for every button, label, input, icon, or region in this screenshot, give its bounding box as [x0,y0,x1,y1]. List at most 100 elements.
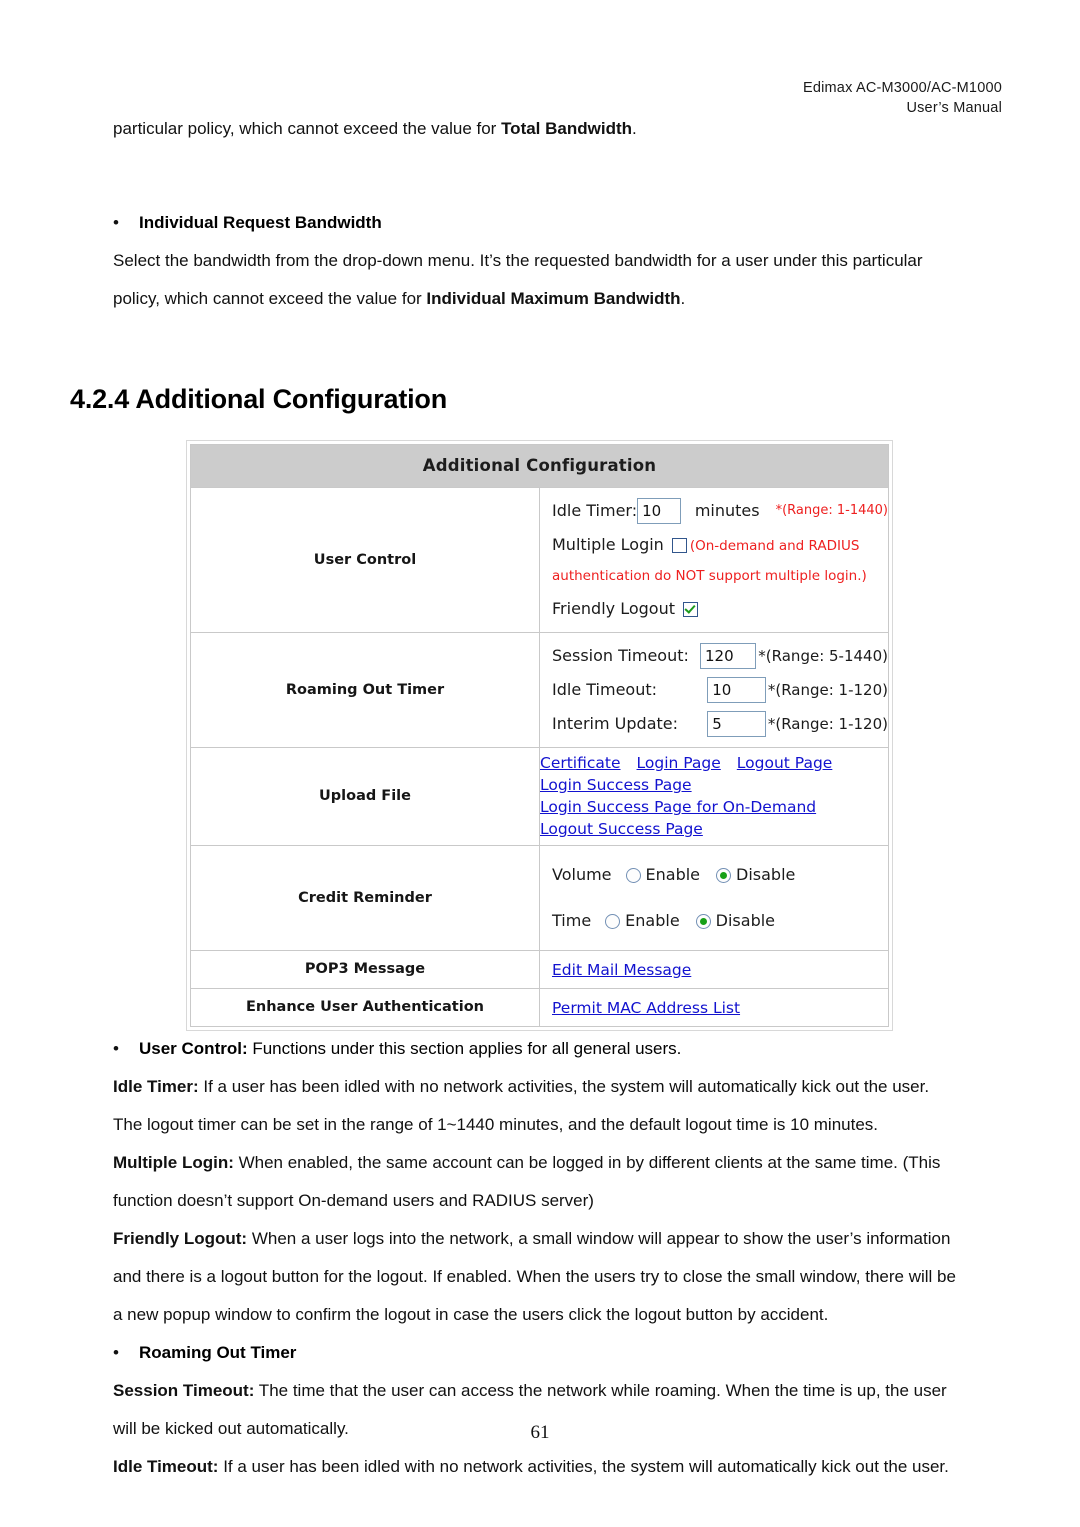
credit-reminder-volume-group: Volume Enable Disable [552,860,888,890]
paragraph-idle-timer: Idle Timer: If a user has been idled wit… [113,1068,1006,1106]
additional-configuration-panel: Additional Configuration User Control Id… [186,440,893,1031]
friendly-logout-checkbox[interactable] [682,601,698,617]
time-group-label: Time [552,911,592,930]
paragraph-session-timeout: Session Timeout: The time that the user … [113,1372,1006,1410]
table-row-pop3-message: POP3 Message Edit Mail Message [190,950,889,989]
row-content-pop3-message: Edit Mail Message [539,950,889,989]
link-certificate[interactable]: Certificate [540,753,621,774]
link-logout-page[interactable]: Logout Page [737,753,833,774]
multiple-login-desc: When enabled, the same account can be lo… [233,1153,941,1172]
friendly-logout-label: Friendly Logout [552,599,675,618]
session-timeout-term: Session Timeout: [113,1381,255,1400]
row-content-user-control: Idle Timer: 10 minutes *(Range: 1-1440) … [539,487,889,633]
table-title-row: Additional Configuration [190,444,889,488]
interim-update-line: Interim Update: 5 *(Range: 1-120) [552,709,888,739]
paragraph-total-bandwidth: particular policy, which cannot exceed t… [113,110,1003,148]
header-product-line: Edimax AC-M3000/AC-M1000 [802,80,1002,96]
time-disable-radio[interactable] [695,913,711,929]
multiple-login-term: Multiple Login: [113,1153,234,1172]
session-timeout-line: Session Timeout: 120 *(Range: 5-1440) [552,641,888,671]
interim-update-input[interactable]: 5 [707,711,766,737]
idle-timer-label: Idle Timer: [552,501,638,520]
idle-timeout-term: Idle Timeout: [113,1457,219,1476]
bullet-individual-request-bandwidth: • Individual Request Bandwidth [113,204,1003,242]
row-label-enhance-user-authentication: Enhance User Authentication [190,988,540,1027]
link-permit-mac-address-list[interactable]: Permit MAC Address List [552,999,740,1017]
user-control-term: User Control: [139,1039,248,1058]
idle-timeout-label: Idle Timeout: [552,680,657,699]
bullet-roaming-out-timer: • Roaming Out Timer [113,1334,1006,1372]
table-row-upload-file: Upload File Certificate Login Page Logout … [190,747,889,846]
volume-disable-radio[interactable] [716,867,732,883]
credit-reminder-time-group: Time Enable Disable [552,906,888,936]
link-login-success-page-on-demand[interactable]: Login Success Page for On-Demand [540,797,816,818]
para3-pre: policy, which cannot exceed the value fo… [113,289,427,308]
upload-links-line-1: Certificate Login Page Logout Page Login Su… [540,752,888,796]
paragraph-friendly-logout-cont-1: and there is a logout button for the log… [113,1267,956,1286]
user-control-desc: Functions under this section applies for… [247,1039,682,1058]
para1-pre: particular policy, which cannot exceed t… [113,119,502,138]
config-table: Additional Configuration User Control Id… [190,444,889,1027]
link-login-success-page[interactable]: Login Success Page [540,775,692,796]
idle-timer-desc: If a user has been idled with no network… [198,1077,930,1096]
page-title: 4.2.4 Additional Configuration [70,384,447,414]
para1-bold-term: Total Bandwidth [501,119,633,138]
paragraph-friendly-logout-cont-2: a new popup window to confirm the logout… [113,1305,829,1324]
bullet-label: Individual Request Bandwidth [139,213,382,232]
row-label-roaming-out-timer: Roaming Out Timer [190,632,540,748]
table-row-credit-reminder: Credit Reminder Volume Enable Disable Time… [190,845,889,951]
table-row-enhance-user-authentication: Enhance User Authentication Permit MAC A… [190,988,889,1027]
volume-enable-radio[interactable] [625,867,641,883]
upload-links-line-2: Login Success Page for On-DemandLogout S… [540,796,888,840]
idle-timeout-input[interactable]: 10 [707,677,766,703]
idle-timer-units: minutes [694,501,760,520]
row-content-roaming-out-timer: Session Timeout: 120 *(Range: 5-1440) Id… [539,632,889,748]
volume-group-label: Volume [552,865,612,884]
multiple-login-label: Multiple Login [552,535,664,554]
friendly-logout-desc: When a user logs into the network, a sma… [247,1229,951,1248]
session-timeout-input[interactable]: 120 [700,643,757,669]
idle-timer-range-hint: *(Range: 1-1440) [775,503,888,518]
row-label-upload-file: Upload File [190,747,540,846]
link-edit-mail-message[interactable]: Edit Mail Message [552,961,691,979]
session-timeout-label: Session Timeout: [552,646,689,665]
panel-title: Additional Configuration [190,444,889,488]
link-logout-success-page[interactable]: Logout Success Page [540,819,703,840]
row-label-pop3-message: POP3 Message [190,950,540,989]
para3-bold-term: Individual Maximum Bandwidth [426,289,681,308]
friendly-logout-line: Friendly Logout [552,594,888,624]
para1-post: . [632,119,637,138]
idle-timer-term: Idle Timer: [113,1077,199,1096]
row-content-upload-file: Certificate Login Page Logout Page Login Su… [539,747,889,846]
paragraph-logout-timer-range: The logout timer can be set in the range… [113,1115,878,1134]
idle-timer-line: Idle Timer: 10 minutes *(Range: 1-1440) [552,496,888,526]
session-timeout-desc: The time that the user can access the ne… [254,1381,947,1400]
row-content-enhance-user-authentication: Permit MAC Address List [539,988,889,1027]
bullet-user-control-text: User Control: Functions under this secti… [139,1030,1006,1068]
table-row-user-control: User Control Idle Timer: 10 minutes *(Ra… [190,487,889,633]
friendly-logout-term: Friendly Logout: [113,1229,248,1248]
paragraph-multiple-login: Multiple Login: When enabled, the same a… [113,1144,1006,1182]
time-enable-radio[interactable] [605,913,621,929]
multiple-login-checkbox[interactable] [671,538,687,553]
interim-update-range-hint: *(Range: 1-120) [767,715,888,733]
bullet-marker: • [113,1039,119,1058]
bullet-user-control: • User Control: Functions under this sec… [113,1030,1006,1068]
paragraph-select-bandwidth: Select the bandwidth from the drop-down … [113,251,923,270]
paragraph-friendly-logout: Friendly Logout: When a user logs into t… [113,1220,1006,1258]
bullet-marker: • [113,1343,119,1362]
page-number: 61 [530,1422,550,1443]
paragraph-individual-max: policy, which cannot exceed the value fo… [113,280,1003,318]
idle-timer-input[interactable]: 10 [637,498,681,524]
idle-timeout-desc: If a user has been idled with no network… [218,1457,949,1476]
idle-timeout-line: Idle Timeout: 10 *(Range: 1-120) [552,675,888,705]
interim-update-label: Interim Update: [552,714,679,733]
time-enable-label: Enable [625,911,680,930]
bullet-marker: • [113,213,119,232]
volume-enable-label: Enable [645,865,701,884]
link-login-page[interactable]: Login Page [637,753,721,774]
top-text-block: particular policy, which cannot exceed t… [113,110,1003,318]
paragraph-idle-timeout: Idle Timeout: If a user has been idled w… [113,1448,1006,1486]
idle-timeout-range-hint: *(Range: 1-120) [767,681,888,699]
